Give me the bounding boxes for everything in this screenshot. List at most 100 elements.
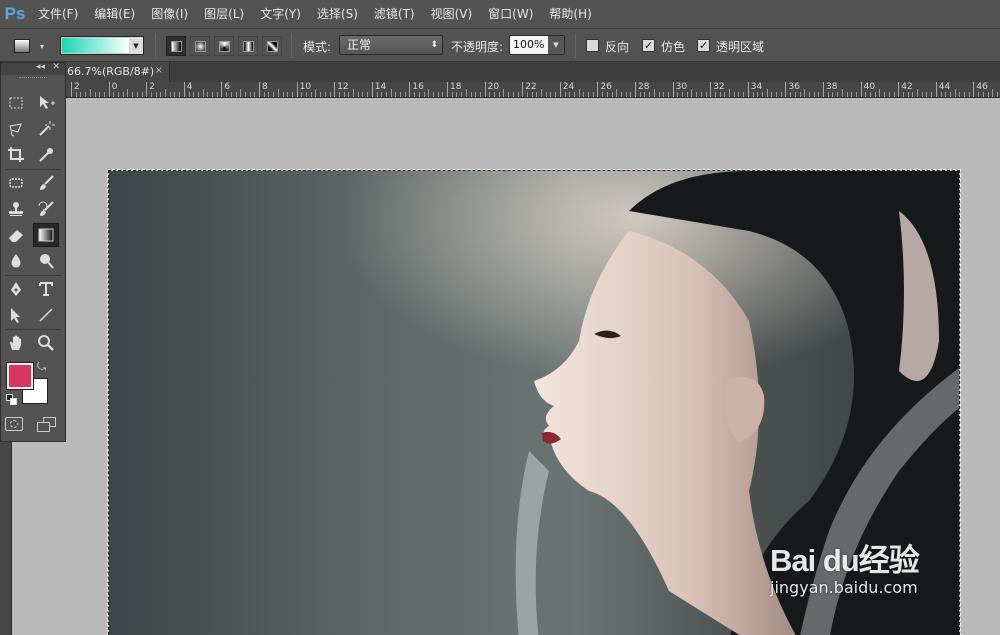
screen-mode-icon[interactable] xyxy=(37,417,57,433)
ruler-minor-tick xyxy=(353,89,354,97)
drop-icon xyxy=(11,254,21,268)
dither-checkbox[interactable]: ✓ xyxy=(642,39,655,52)
ruler-minor-tick xyxy=(385,92,387,97)
menu-type[interactable]: 文字(Y) xyxy=(252,0,309,28)
ruler-minor-tick xyxy=(193,92,195,97)
type-tool[interactable] xyxy=(33,277,59,301)
magic-wand-tool[interactable] xyxy=(33,117,59,141)
ruler-minor-tick xyxy=(818,92,820,97)
menu-window[interactable]: 窗口(W) xyxy=(480,0,541,28)
ruler-tick-label: 18 xyxy=(447,82,461,97)
menu-file[interactable]: 文件(F) xyxy=(30,0,86,28)
ruler-tick-label: 12 xyxy=(334,82,349,97)
quick-mask-icon[interactable] xyxy=(5,417,23,431)
divider xyxy=(5,169,61,170)
ruler-minor-tick xyxy=(550,92,552,97)
eyedropper-tool[interactable] xyxy=(33,143,59,167)
brush-icon xyxy=(40,175,54,190)
watermark-main: Bai du经验 xyxy=(770,543,920,578)
brush-tool[interactable] xyxy=(33,171,59,195)
opacity-value[interactable]: 100% xyxy=(513,38,544,51)
ruler-minor-tick xyxy=(578,89,580,97)
gradient-swatch[interactable] xyxy=(62,38,130,53)
swap-colors-icon[interactable]: ⤿ xyxy=(37,360,46,374)
ruler-minor-tick xyxy=(846,92,848,97)
reflected-gradient-button[interactable] xyxy=(238,36,258,56)
mode-select[interactable]: 正常 ⬍ xyxy=(339,35,443,55)
radial-gradient-button[interactable] xyxy=(190,36,210,56)
ruler-tick-label: 22 xyxy=(522,82,537,97)
chevron-down-icon[interactable]: ▼ xyxy=(129,37,143,54)
clone-stamp-tool[interactable] xyxy=(3,197,29,221)
ruler-minor-tick xyxy=(381,92,383,97)
ruler-minor-tick xyxy=(249,92,251,97)
pen-tool[interactable] xyxy=(3,277,29,301)
history-brush-tool[interactable] xyxy=(33,197,59,221)
dodge-tool[interactable] xyxy=(33,249,59,273)
ruler-minor-tick xyxy=(987,92,989,97)
menu-image[interactable]: 图像(I) xyxy=(143,0,196,28)
tool-preset-picker[interactable]: ▾ xyxy=(10,37,44,55)
ruler-tick-label: 30 xyxy=(672,82,687,97)
gradient-tool[interactable] xyxy=(33,223,59,247)
angle-gradient-button[interactable] xyxy=(214,36,234,56)
marquee-tool[interactable] xyxy=(3,91,29,115)
eraser-tool[interactable] xyxy=(3,223,29,247)
ruler-minor-tick xyxy=(766,89,768,97)
lasso-tool[interactable] xyxy=(3,117,29,141)
ruler-minor-tick xyxy=(291,92,293,97)
collapse-icon[interactable]: ◂◂ xyxy=(36,62,45,72)
default-colors-icon[interactable] xyxy=(6,394,18,406)
ruler-minor-tick xyxy=(982,92,984,97)
menu-filter[interactable]: 滤镜(T) xyxy=(366,0,423,28)
path-selection-tool[interactable] xyxy=(3,303,29,327)
hand-tool[interactable] xyxy=(3,331,29,355)
reverse-checkbox[interactable] xyxy=(586,39,599,52)
ruler-minor-tick xyxy=(531,92,533,97)
foreground-color-swatch[interactable] xyxy=(6,362,34,390)
linear-gradient-button[interactable] xyxy=(166,36,186,56)
ruler-minor-tick xyxy=(155,92,157,97)
opacity-label: 不透明度: xyxy=(451,40,504,54)
close-icon[interactable]: × xyxy=(155,65,163,76)
diamond-gradient-button[interactable] xyxy=(262,36,282,56)
menu-view[interactable]: 视图(V) xyxy=(423,0,481,28)
spot-healing-tool[interactable] xyxy=(3,171,29,195)
close-icon[interactable]: ✕ xyxy=(52,62,60,72)
panel-grip[interactable] xyxy=(19,77,47,83)
ruler-minor-tick xyxy=(743,92,745,97)
ruler-minor-tick xyxy=(85,92,87,97)
menu-edit[interactable]: 编辑(E) xyxy=(86,0,143,28)
ruler-minor-tick xyxy=(832,92,834,97)
transparency-checkbox[interactable]: ✓ xyxy=(697,39,710,52)
chevron-down-icon[interactable]: ▼ xyxy=(548,36,564,54)
eraser-icon xyxy=(9,230,23,242)
ruler-minor-tick xyxy=(893,92,895,97)
lasso-icon xyxy=(9,123,22,137)
ruler-minor-tick xyxy=(160,92,162,97)
linear-gradient-icon xyxy=(170,40,182,52)
tools-panel-header[interactable]: ◂◂ ✕ xyxy=(1,62,65,75)
opacity-field[interactable]: 100% ▼ xyxy=(509,35,565,55)
ruler-minor-tick xyxy=(367,92,369,97)
menu-help[interactable]: 帮助(H) xyxy=(541,0,599,28)
ruler-minor-tick xyxy=(273,92,275,97)
gradient-picker[interactable]: ▼ xyxy=(60,36,144,55)
menu-select[interactable]: 选择(S) xyxy=(309,0,366,28)
ruler-minor-tick xyxy=(404,92,406,97)
ruler-minor-tick xyxy=(348,92,350,97)
horizontal-ruler[interactable]: 2 0 2 4 6 8 10 12 14 16 18 20 22 24 26 28 30 32 34 36 38 40 42… xyxy=(66,82,1000,98)
ruler-minor-tick xyxy=(761,92,763,97)
zoom-tool[interactable] xyxy=(33,331,59,355)
ruler-minor-tick xyxy=(978,92,980,97)
line-tool[interactable] xyxy=(33,303,59,327)
crop-tool[interactable] xyxy=(3,143,29,167)
document-tab[interactable]: 66.7%(RGB/8#) × xyxy=(62,62,170,82)
gradient-tool-preset-icon xyxy=(14,39,30,53)
ruler-tick-label: 44 xyxy=(935,82,950,97)
menu-layer[interactable]: 图层(L) xyxy=(196,0,252,28)
blur-tool[interactable] xyxy=(3,249,29,273)
mode-value: 正常 xyxy=(347,38,372,52)
ruler-minor-tick xyxy=(616,89,618,97)
move-tool[interactable] xyxy=(33,91,59,115)
